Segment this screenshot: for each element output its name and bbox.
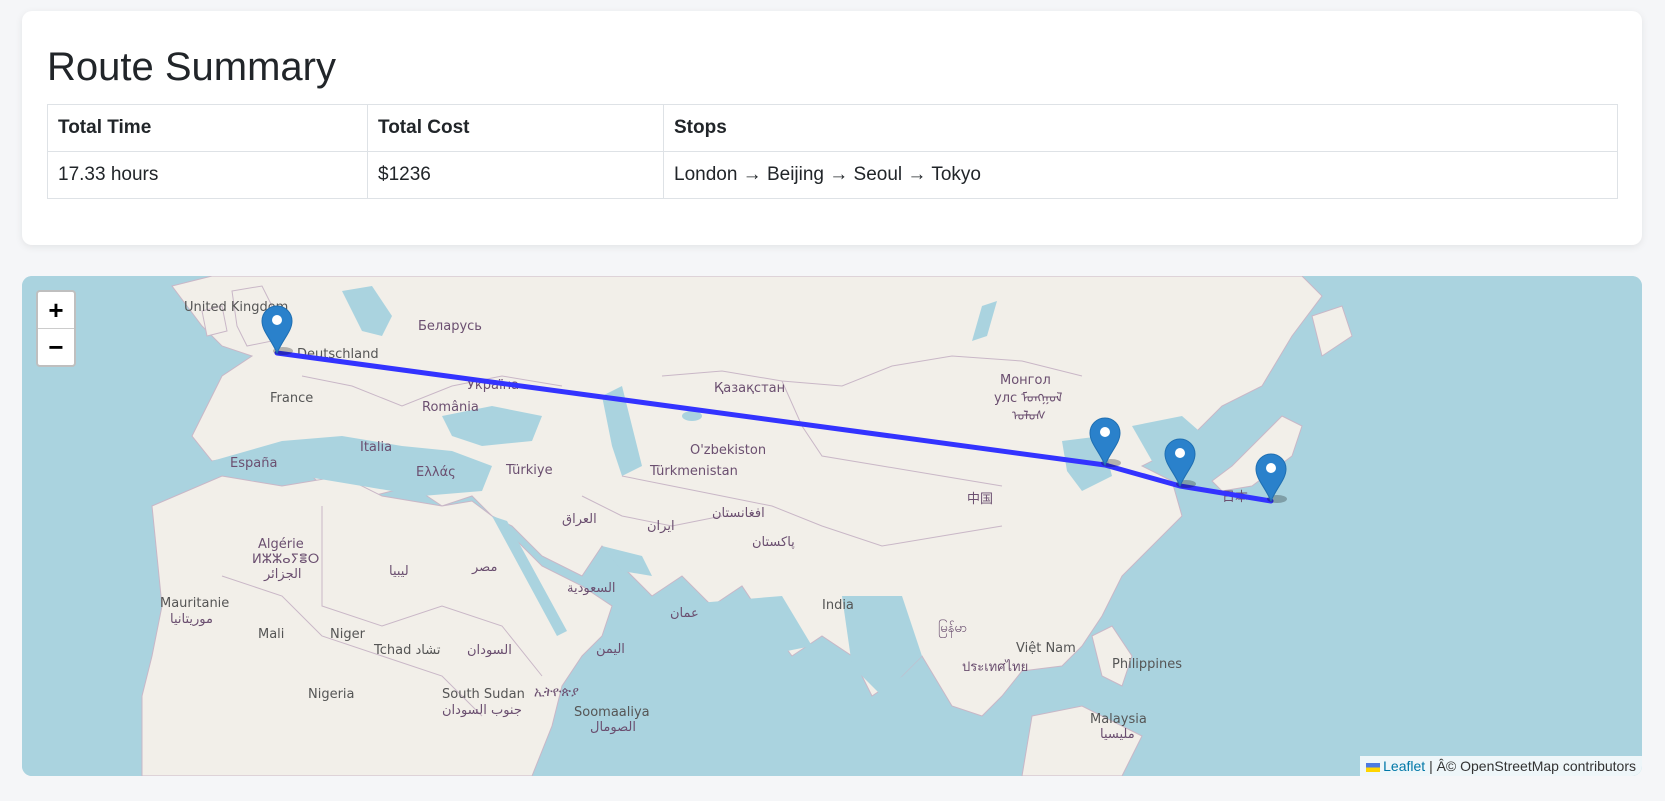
label-india: India — [822, 598, 854, 613]
leaflet-link[interactable]: Leaflet — [1383, 758, 1425, 774]
label-somalia: Soomaaliya — [574, 705, 650, 720]
header-total-time: Total Time — [47, 104, 368, 152]
label-turkmenistan: Türkmenistan — [649, 464, 738, 479]
summary-table: Total Time Total Cost Stops 17.33 hours … — [47, 104, 1618, 199]
label-iraq: العراق — [562, 512, 597, 527]
label-algerie: Algérie — [258, 537, 304, 552]
label-pakistan: پاکستان — [752, 535, 795, 550]
ukraine-flag-icon — [1366, 762, 1381, 772]
route-map[interactable]: United Kingdom Беларусь Deutschland Укра… — [22, 276, 1642, 776]
header-stops: Stops — [663, 104, 1618, 152]
total-cost-value: $1236 — [367, 151, 664, 199]
label-oman: عمان — [670, 606, 699, 621]
label-uzbekistan: O'zbekiston — [690, 443, 766, 458]
label-france: France — [270, 391, 313, 406]
label-iran: ایران — [647, 519, 675, 534]
label-turkiye: Türkiye — [505, 463, 553, 478]
table-row: 17.33 hours $1236 London → Beijing → Seo… — [47, 151, 1618, 199]
label-italia: Italia — [360, 440, 392, 455]
label-nigeria: Nigeria — [308, 687, 355, 702]
label-mali: Mali — [258, 627, 284, 642]
label-egypt: مصر — [471, 560, 497, 575]
route-summary-card: Route Summary Total Time Total Cost Stop… — [22, 11, 1642, 245]
zoom-control: + − — [36, 290, 76, 367]
label-kazakhstan: Қазақстан — [714, 381, 785, 396]
label-libya: ليبيا — [389, 564, 409, 579]
label-mongol3: ᠤᠯᠤᠰ — [1012, 409, 1046, 424]
label-espana: España — [230, 456, 277, 471]
label-southsudan2: جنوب السودان — [442, 703, 522, 718]
attribution-text: | Â© OpenStreetMap contributors — [1429, 758, 1636, 774]
label-sudan: السودان — [467, 643, 512, 658]
label-philippines: Philippines — [1112, 657, 1182, 672]
zoom-in-button[interactable]: + — [38, 292, 74, 328]
label-mauritanie2: موريتانيا — [170, 612, 213, 627]
total-time-value: 17.33 hours — [47, 151, 368, 199]
label-niger: Niger — [330, 627, 366, 642]
label-malaysia2: مليسيا — [1100, 727, 1135, 742]
map-tiles[interactable]: United Kingdom Беларусь Deutschland Укра… — [22, 276, 1642, 776]
label-algerie3: الجزائر — [263, 567, 302, 582]
label-tchad: Tchad تشاد — [373, 643, 441, 658]
label-malaysia: Malaysia — [1090, 712, 1147, 727]
map-attribution: Leaflet | Â© OpenStreetMap contributors — [1360, 756, 1642, 776]
label-somalia2: الصومال — [590, 720, 636, 735]
label-vietnam: Việt Nam — [1016, 641, 1076, 656]
label-saudi: السعودية — [567, 581, 616, 596]
label-romania: România — [422, 400, 479, 415]
label-southsudan: South Sudan — [442, 687, 525, 702]
label-ellas: Ελλάς — [416, 465, 456, 480]
label-mongol2: улс ᠮᠣᠩᠭᠣᠯ — [994, 391, 1062, 406]
header-total-cost: Total Cost — [367, 104, 664, 152]
stops-value: London → Beijing → Seoul → Tokyo — [663, 151, 1618, 199]
page-title: Route Summary — [47, 45, 336, 89]
label-mongol: Монгол — [1000, 373, 1051, 388]
table-header-row: Total Time Total Cost Stops — [47, 104, 1618, 152]
label-ethiopia: ኢትዮጵያ — [534, 685, 579, 700]
label-belarus: Беларусь — [418, 319, 482, 334]
label-afghanistan: افغانستان — [712, 506, 765, 521]
label-yemen: اليمن — [596, 642, 625, 657]
label-mauritanie: Mauritanie — [160, 596, 229, 611]
label-china: 中国 — [967, 492, 993, 507]
label-algerie2: ⵍⵣⵣⴰⵢⴻⵔ — [252, 552, 319, 567]
label-myanmar: မြန်မာ — [938, 619, 967, 638]
label-thailand: ประเทศไทย — [962, 659, 1028, 675]
zoom-out-button[interactable]: − — [38, 328, 74, 365]
